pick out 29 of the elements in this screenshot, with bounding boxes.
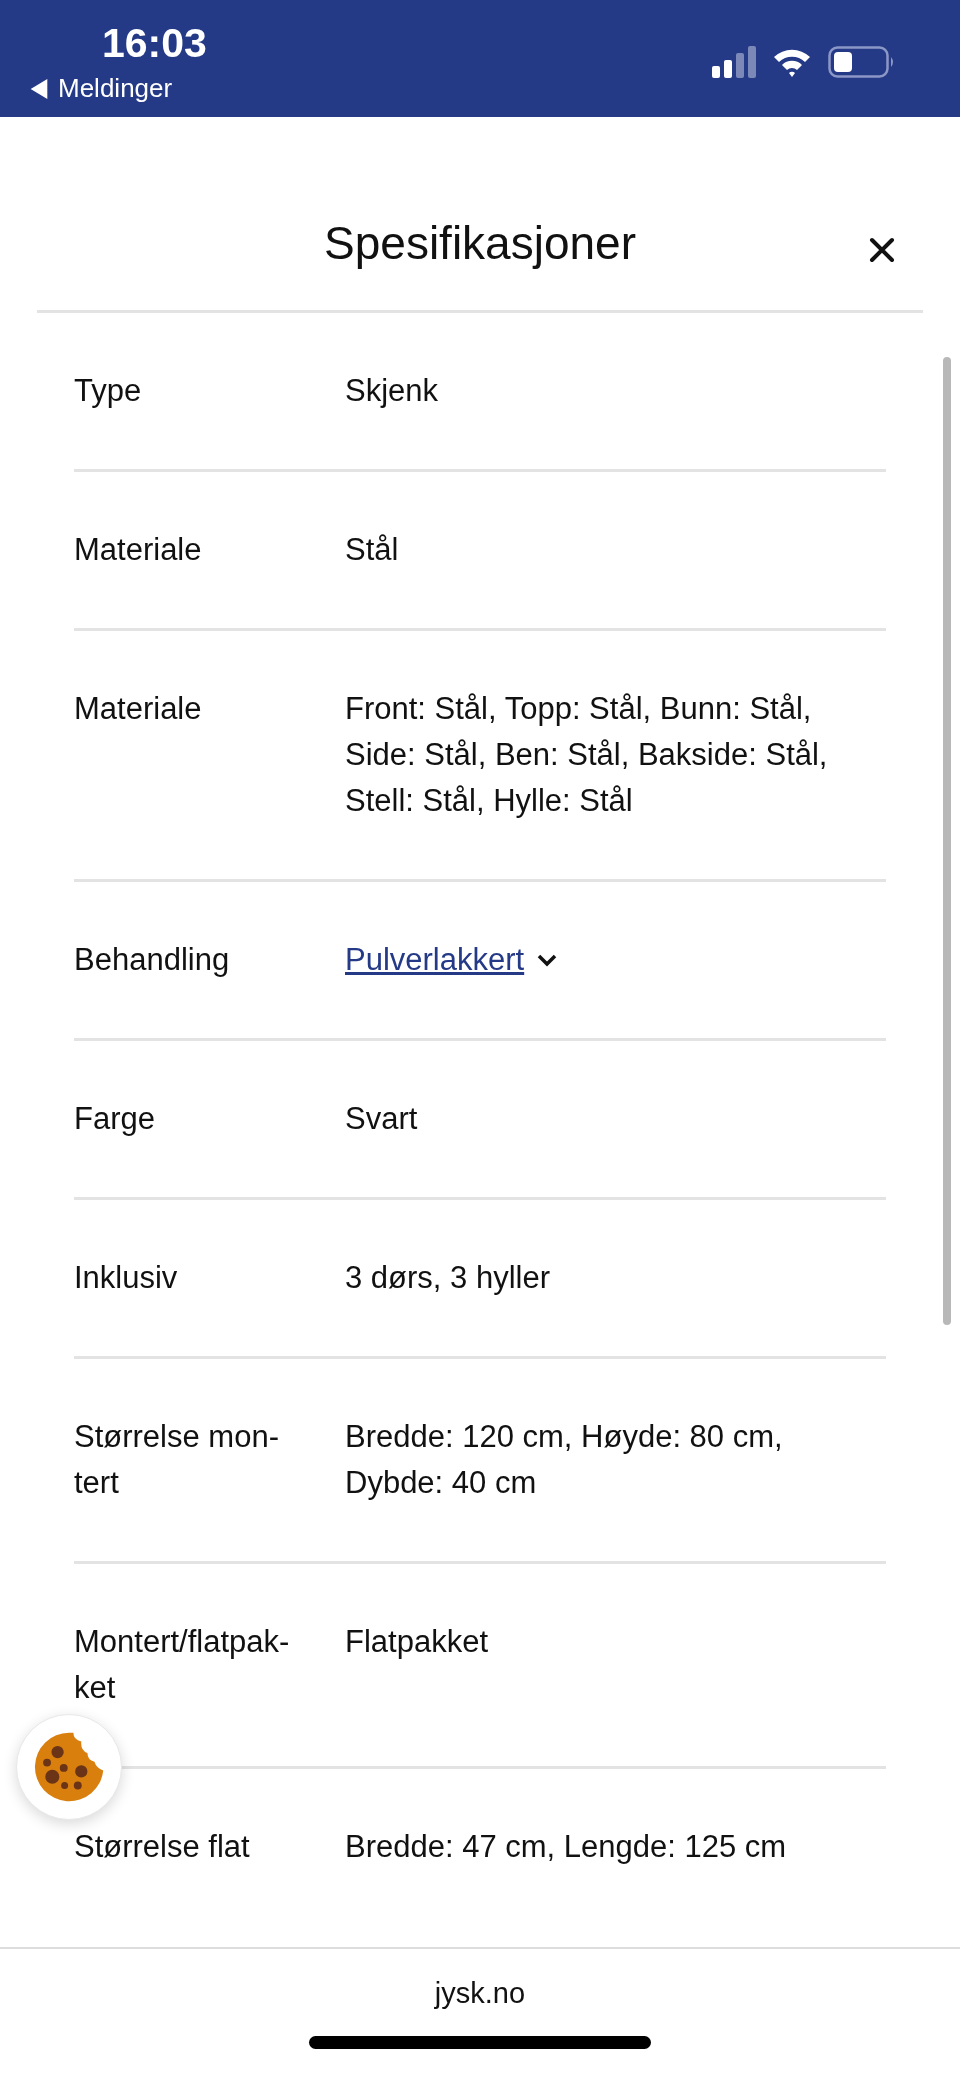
spec-label: Type [74,372,143,410]
spec-label: Størrelse mon-tert [74,1418,280,1502]
spec-value: Svart [345,1100,419,1138]
spec-label: Inklusiv [74,1259,179,1297]
back-link[interactable]: Meldinger [30,73,207,104]
spec-label: Montert/flatpak-ket [74,1623,291,1707]
spec-label: Farge [74,1100,156,1138]
address-text[interactable]: jysk.no [434,1977,526,2010]
spec-value: Flatpakket [345,1623,489,1661]
spec-link[interactable]: Pulverlakkert [345,937,525,983]
spec-value: Stål [345,531,400,569]
spec-value: Bredde: 47 cm, Lengde: 125 cm [345,1828,788,1866]
spec-label: Behandling [74,941,231,979]
back-arrow-icon [30,78,48,99]
wifi-icon [772,47,812,77]
battery-icon [828,46,896,78]
spec-value: Front: Stål, Topp: Stål, Bunn: Stål, Side: Stål, Ben: Stål, Bakside: Stål, Stell: Stål, Hylle: Stål [345,690,829,820]
dialog-title: Spesifikasjoner [324,216,636,270]
spec-label: Materiale [74,690,203,728]
signal-icon [712,46,756,78]
clock-time: 16:03 [102,20,207,67]
spec-value: Skjenk [345,372,440,410]
cookie-icon [33,1731,105,1803]
close-icon [869,237,895,263]
spec-label: Materiale [74,531,203,569]
spec-value: Bredde: 120 cm, Høyde: 80 cm, Dybde: 40 cm [345,1418,784,1502]
chevron-down-icon[interactable] [536,953,559,967]
spec-value: 3 dørs, 3 hyller [345,1259,551,1297]
spec-label: Størrelse flat [74,1828,251,1866]
